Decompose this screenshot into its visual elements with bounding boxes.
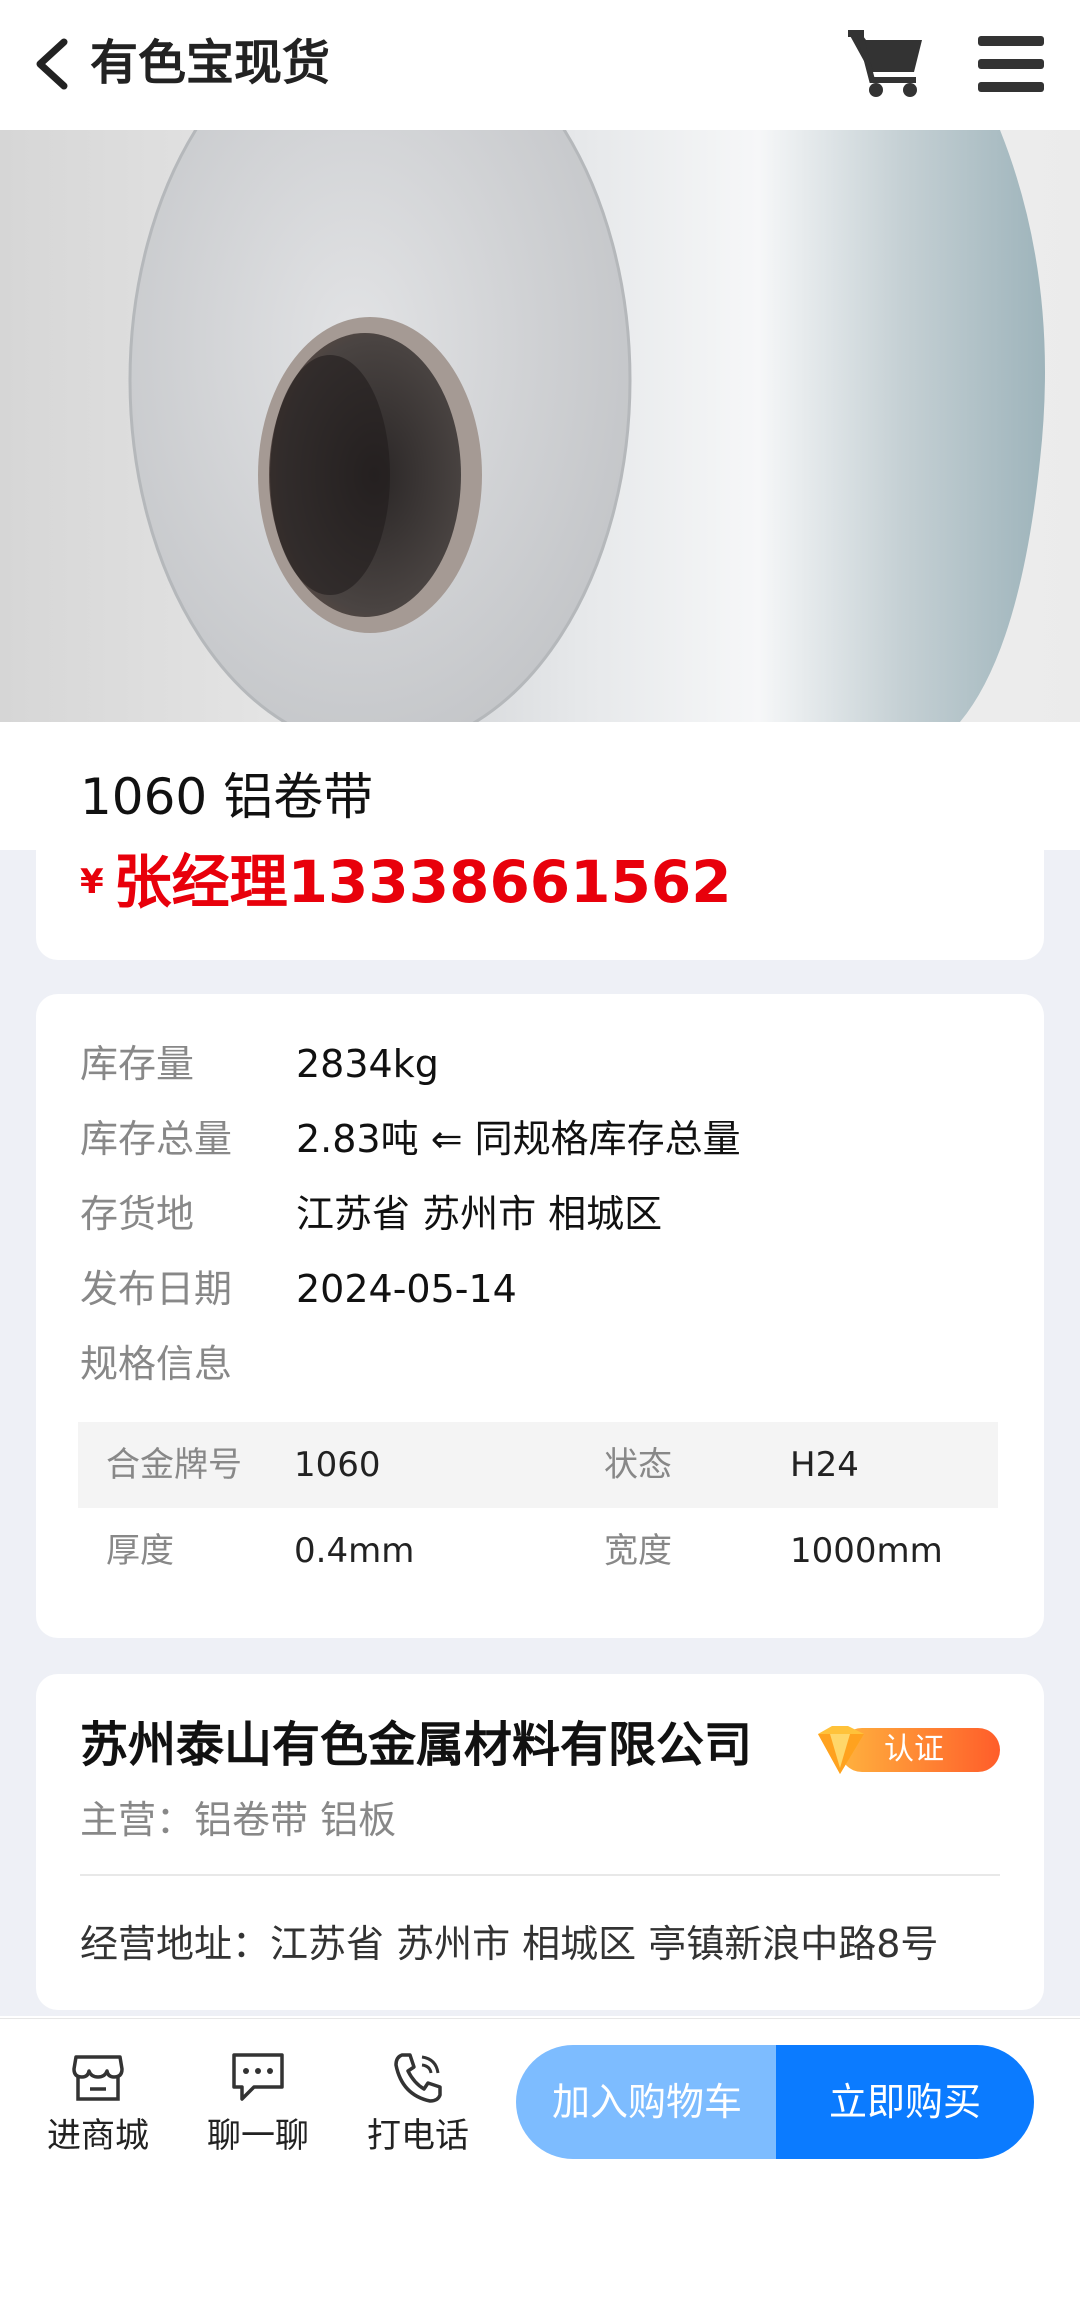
publish-date-label: 发布日期: [80, 1267, 233, 1311]
spec-value: 0.4mm: [294, 1531, 415, 1571]
divider: [80, 1874, 1000, 1876]
bottom-action-bar: 进商城 聊一聊 打电话 加入购物车 立即购买: [0, 2018, 1080, 2191]
currency-symbol: ¥: [80, 862, 104, 902]
top-bar: 有色宝现货: [0, 0, 1080, 130]
company-name[interactable]: 苏州泰山有色金属材料有限公司: [80, 1712, 752, 1778]
spec-key: 状态: [604, 1445, 672, 1485]
menu-icon[interactable]: [978, 36, 1044, 92]
spec-key: 厚度: [106, 1531, 174, 1571]
call-button[interactable]: 打电话: [348, 2049, 488, 2161]
chat-label: 聊一聊: [207, 2116, 309, 2156]
spec-table: 合金牌号 1060 状态 H24 厚度 0.4mm 宽度 1000mm: [78, 1422, 998, 1594]
product-image[interactable]: [0, 130, 1080, 722]
spec-value: H24: [790, 1445, 859, 1485]
spec-key: 宽度: [604, 1531, 672, 1571]
chat-icon: [232, 2053, 284, 2101]
store-icon: [72, 2055, 124, 2101]
spec-row: 厚度 0.4mm 宽度 1000mm: [78, 1508, 998, 1594]
product-details-card: 库存量 2834kg 库存总量 2.83吨 ⇐ 同规格库存总量 存货地 江苏省 …: [36, 994, 1044, 1638]
price-text: 张经理13338661562: [113, 848, 732, 916]
location-label: 存货地: [80, 1192, 195, 1236]
cart-icon[interactable]: [846, 26, 926, 100]
spec-key: 合金牌号: [106, 1445, 242, 1485]
product-name: 1060 铝卷带: [80, 768, 374, 826]
badge-text: 认证: [884, 1732, 944, 1767]
diamond-icon: [818, 1726, 864, 1774]
stock-label: 库存量: [80, 1042, 195, 1086]
certified-badge: 认证: [810, 1724, 1004, 1774]
main-business: 主营：铝卷带 铝板: [80, 1798, 397, 1842]
spec-info-label: 规格信息: [80, 1342, 233, 1386]
publish-date-value: 2024-05-14: [296, 1267, 517, 1311]
store-button[interactable]: 进商城: [28, 2049, 168, 2161]
spec-row: 合金牌号 1060 状态 H24: [78, 1422, 998, 1508]
buy-now-button[interactable]: 立即购买: [776, 2045, 1034, 2159]
chat-button[interactable]: 聊一聊: [188, 2049, 328, 2161]
stock-value: 2834kg: [296, 1042, 439, 1086]
store-label: 进商城: [47, 2116, 149, 2156]
spec-value: 1000mm: [790, 1531, 943, 1571]
spec-value: 1060: [294, 1445, 381, 1485]
back-arrow-icon[interactable]: [30, 36, 74, 92]
company-address: 经营地址：江苏省 苏州市 相城区 亭镇新浪中路8号: [80, 1922, 939, 1966]
product-summary-card: 1060 铝卷带 ¥ 张经理13338661562: [36, 724, 1044, 960]
product-price[interactable]: ¥ 张经理13338661562: [80, 842, 732, 922]
phone-icon: [394, 2053, 442, 2103]
total-stock-value[interactable]: 2.83吨 ⇐ 同规格库存总量: [296, 1109, 741, 1169]
call-label: 打电话: [367, 2116, 469, 2156]
page-title: 有色宝现货: [90, 35, 331, 91]
company-card[interactable]: 苏州泰山有色金属材料有限公司 认证 主营：铝卷带 铝板 经营地址：江苏省 苏州市…: [36, 1674, 1044, 2010]
add-to-cart-button[interactable]: 加入购物车: [516, 2045, 778, 2159]
total-stock-label: 库存总量: [80, 1117, 233, 1161]
location-value: 江苏省 苏州市 相城区: [296, 1192, 663, 1236]
